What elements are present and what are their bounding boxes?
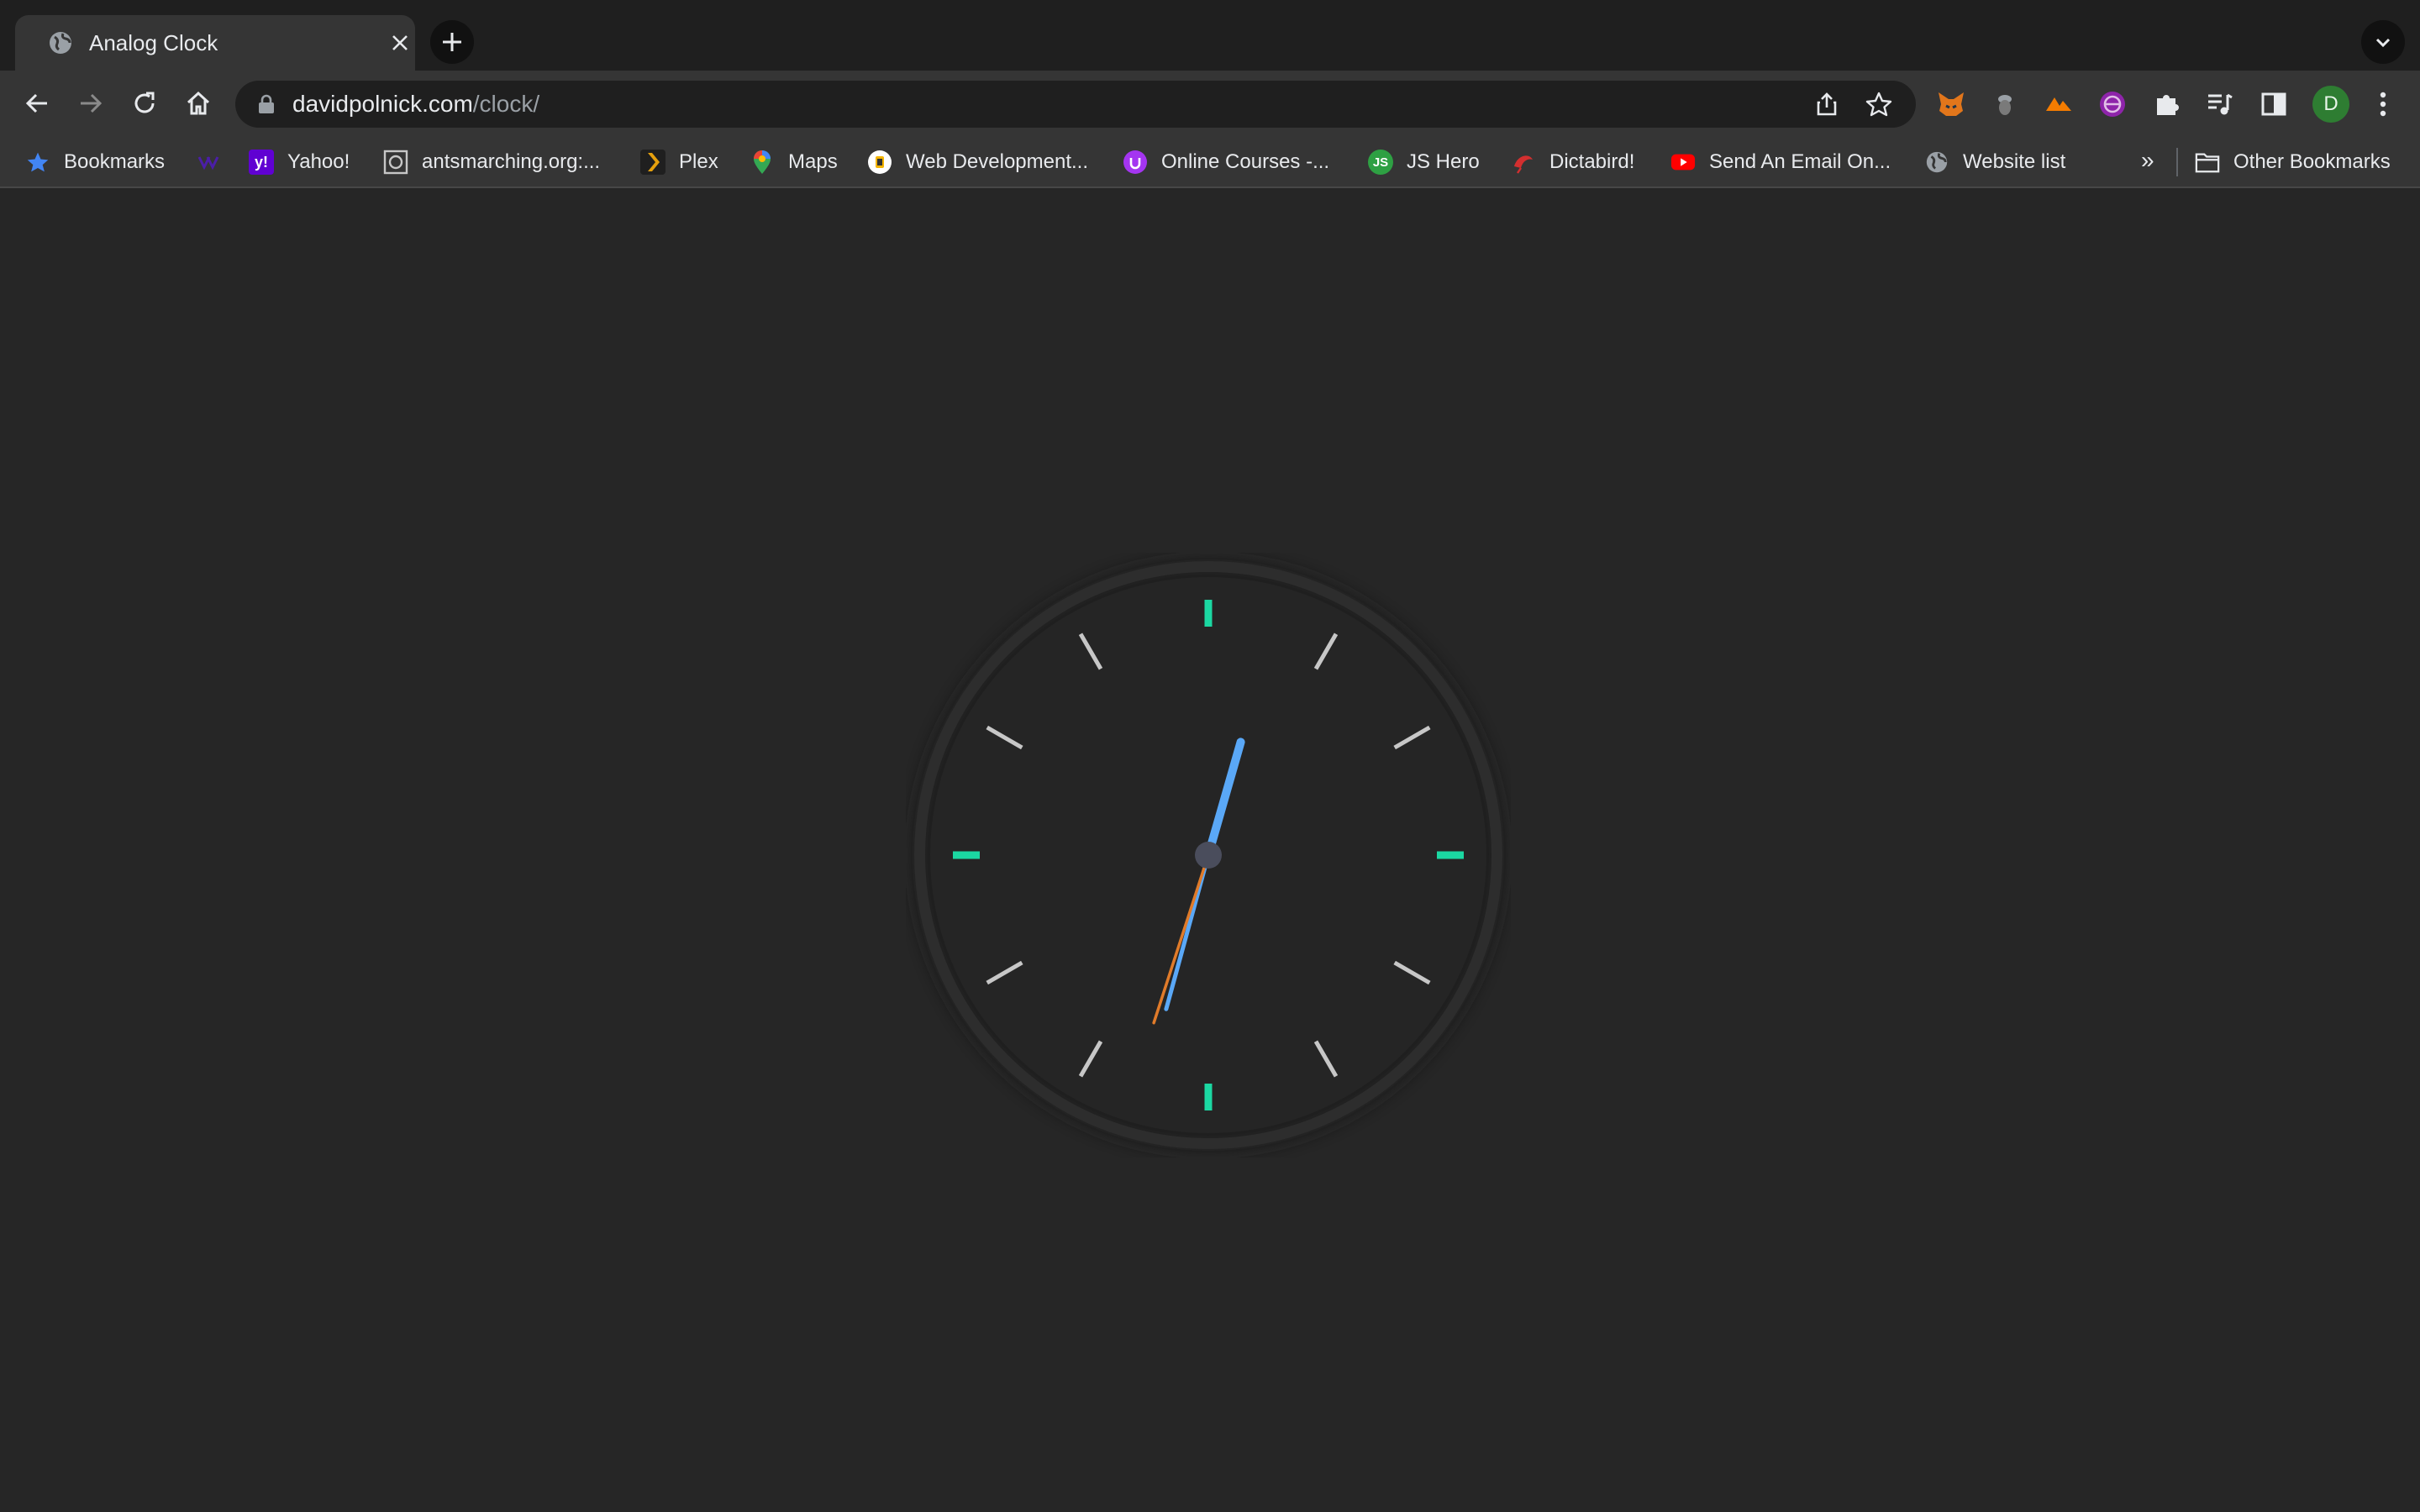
bookmark-label: Bookmarks	[64, 150, 166, 173]
bookmarks-bar: Bookmarks y! Yahoo! antsmarching.org:...…	[0, 136, 2420, 188]
bookmark-yahoo[interactable]: y! Yahoo!	[249, 145, 350, 179]
bookmark-other-bookmarks[interactable]: Other Bookmarks	[2195, 145, 2391, 179]
bookmark-website-list[interactable]: Website list	[1924, 145, 2065, 179]
bookmark-web-development[interactable]: Web Development...	[867, 145, 1088, 179]
address-bar[interactable]: davidpolnick.com/clock/	[235, 81, 1916, 128]
forward-button[interactable]	[72, 85, 109, 122]
extensions-puzzle-icon[interactable]	[2149, 87, 2183, 121]
folder-icon	[2195, 150, 2220, 175]
url-text[interactable]: davidpolnick.com/clock/	[292, 91, 539, 118]
acorn-extension-icon[interactable]	[1988, 87, 2022, 121]
metamask-extension-icon[interactable]	[1934, 87, 1968, 121]
bookmark-label: Maps	[788, 150, 838, 173]
close-icon[interactable]	[385, 28, 415, 58]
chevron-down-icon	[2375, 38, 2391, 48]
back-button[interactable]	[18, 85, 55, 122]
bookmark-label: Dictabird!	[1549, 150, 1635, 173]
globe-icon	[1924, 150, 1949, 175]
bookmark-label: Other Bookmarks	[2233, 150, 2391, 173]
url-path: /clock/	[472, 91, 540, 117]
reload-icon	[134, 92, 155, 113]
bookmark-send-an-email[interactable]: Send An Email On...	[1670, 145, 1891, 179]
globe-icon	[50, 32, 71, 54]
share-icon[interactable]	[1813, 91, 1840, 118]
bookmark-label: antsmarching.org:...	[422, 150, 601, 173]
bookmark-dictabird[interactable]: Dictabird!	[1511, 145, 1634, 179]
bookmark-label: Website list	[1963, 150, 2066, 173]
jshero-icon: JS	[1368, 150, 1393, 175]
antsmarching-icon	[383, 150, 408, 175]
maps-pin-icon	[750, 150, 775, 175]
tab-strip: Analog Clock	[0, 0, 2420, 71]
bookmark-antsmarching[interactable]: antsmarching.org:...	[383, 145, 600, 179]
reload-button[interactable]	[126, 85, 163, 122]
tab-analog-clock[interactable]: Analog Clock	[15, 15, 415, 71]
yahoo-mail-icon	[195, 150, 220, 175]
webdev-icon	[867, 150, 892, 175]
bookmark-label: Plex	[679, 150, 718, 173]
star-icon	[25, 150, 50, 175]
bookmark-star-icon[interactable]	[1865, 91, 1892, 118]
url-host: davidpolnick.com	[292, 91, 473, 117]
bookmark-yahoo-mail[interactable]	[195, 145, 234, 179]
bookmark-online-courses[interactable]: Online Courses -...	[1123, 145, 1329, 179]
udemy-icon	[1123, 150, 1148, 175]
clock-center-cap	[1195, 842, 1222, 869]
bookmark-label: Yahoo!	[287, 150, 350, 173]
bookmark-label: Send An Email On...	[1709, 150, 1891, 173]
arrow-right-icon	[81, 93, 103, 113]
bookmark-plex[interactable]: Plex	[640, 145, 718, 179]
bookmark-bookmarks[interactable]: Bookmarks	[25, 145, 165, 179]
tab-title: Analog Clock	[89, 30, 218, 55]
bookmark-label: Online Courses -...	[1161, 150, 1330, 173]
home-button[interactable]	[180, 85, 217, 122]
bookmarks-overflow-button[interactable]: »	[2141, 147, 2154, 174]
plex-icon	[640, 150, 666, 175]
bookmark-label: JS Hero	[1407, 150, 1480, 173]
page-content	[0, 188, 2420, 1512]
dictabird-icon	[1511, 150, 1536, 175]
new-tab-button[interactable]	[430, 20, 474, 64]
bookmark-label: Web Development...	[906, 150, 1088, 173]
side-panel-icon[interactable]	[2257, 87, 2291, 121]
bookmark-js-hero[interactable]: JS JS Hero	[1368, 145, 1480, 179]
analog-clock	[913, 559, 1504, 1151]
lock-icon[interactable]	[255, 93, 277, 115]
purple-extension-icon[interactable]	[2096, 87, 2129, 121]
home-icon	[187, 91, 210, 115]
bookmarks-divider	[2176, 148, 2178, 176]
more-menu-icon[interactable]	[2366, 87, 2400, 121]
orange-extension-icon[interactable]	[2042, 87, 2075, 121]
arrow-left-icon	[25, 93, 47, 113]
tab-search-button[interactable]	[2361, 20, 2405, 64]
yahoo-icon: y!	[249, 150, 274, 175]
youtube-icon	[1670, 150, 1696, 175]
media-controls-icon[interactable]	[2203, 87, 2237, 121]
plus-icon	[443, 33, 461, 51]
profile-avatar[interactable]: D	[2312, 86, 2349, 123]
toolbar: davidpolnick.com/clock/ D	[0, 71, 2420, 136]
bookmark-maps[interactable]: Maps	[750, 145, 838, 179]
